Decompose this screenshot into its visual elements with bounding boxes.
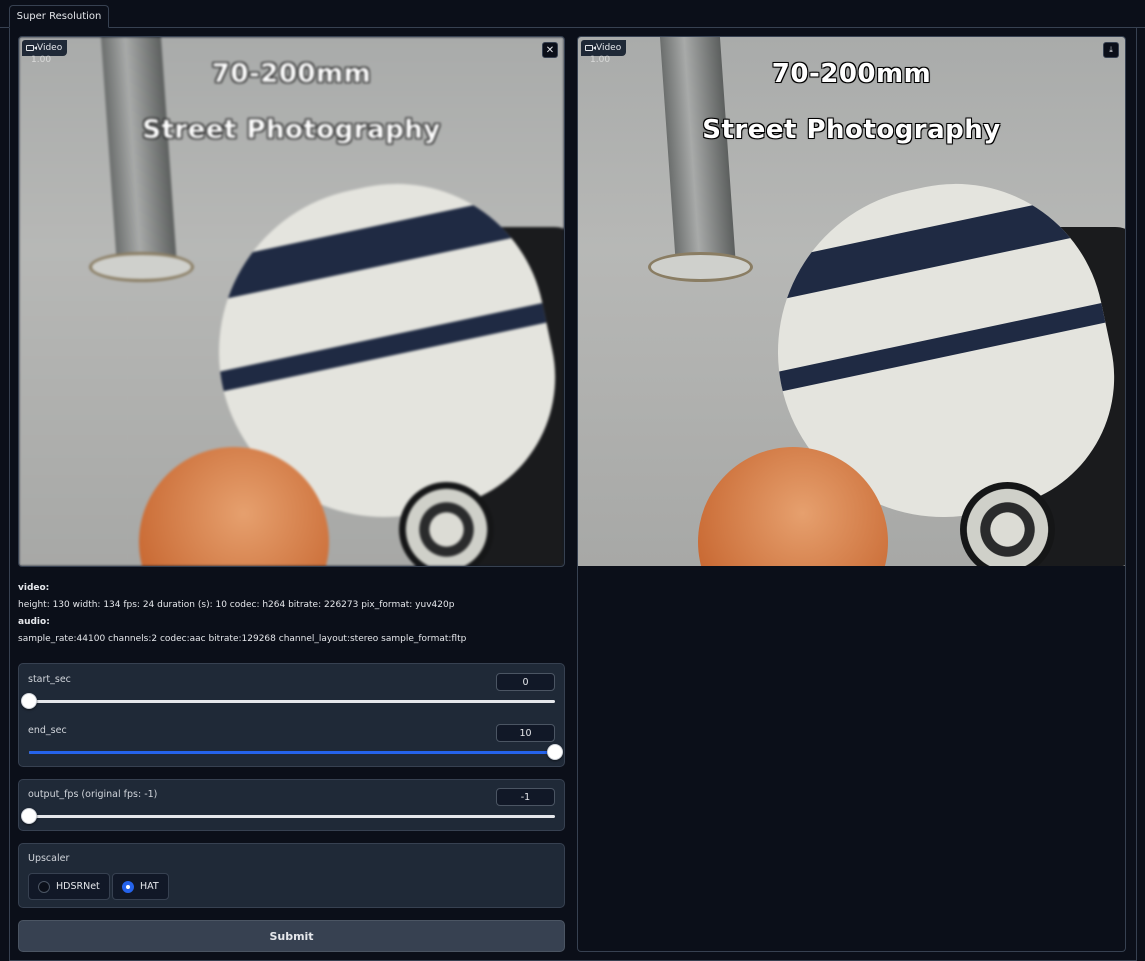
- output-fps-slider-track[interactable]: [21, 808, 555, 824]
- upscaler-label: Upscaler: [28, 853, 70, 864]
- radio-hdsrnet-label: HDSRNet: [56, 881, 100, 892]
- start-sec-slider-thumb[interactable]: [21, 693, 37, 709]
- start-sec-label: start_sec: [28, 674, 71, 685]
- end-sec-label: end_sec: [28, 725, 67, 736]
- output-fps-input[interactable]: -1: [496, 788, 555, 806]
- video-camera-icon: [26, 45, 37, 51]
- output-fps-slider-thumb[interactable]: [21, 808, 37, 824]
- input-video-player[interactable]: 70-200mm Street Photography Video 1.00 ✕: [18, 36, 565, 567]
- video-caption-line2: Street Photography: [702, 115, 1001, 145]
- start-sec-input[interactable]: 0: [496, 673, 555, 691]
- output-video-label-text: Video: [596, 43, 622, 53]
- radio-hdsrnet-dot[interactable]: [38, 880, 50, 893]
- input-video-frame[interactable]: 70-200mm Street Photography: [19, 37, 564, 566]
- upscaler-block: Upscaler HDSRNet HAT: [18, 843, 565, 908]
- output-video-player[interactable]: 70-200mm Street Photography Video 1.00 ⤓: [577, 36, 1126, 567]
- video-info-key: video:: [18, 583, 50, 593]
- clear-video-button[interactable]: ✕: [542, 42, 558, 58]
- input-playback-speed: 1.00: [31, 55, 52, 65]
- input-video-label-text: Video: [37, 43, 63, 53]
- radio-hdsrnet[interactable]: HDSRNet: [28, 873, 110, 900]
- pole-base-shape: [89, 252, 194, 282]
- end-sec-input[interactable]: 10: [496, 724, 555, 742]
- end-sec-slider-thumb[interactable]: [547, 744, 563, 760]
- output-fps-block: output_fps (original fps: -1) -1: [18, 779, 565, 831]
- video-caption-line2: Street Photography: [142, 115, 441, 145]
- download-video-button[interactable]: ⤓: [1103, 42, 1119, 58]
- video-caption-line1: 70-200mm: [771, 59, 932, 89]
- close-icon: ✕: [545, 44, 555, 56]
- radio-hat-dot[interactable]: [122, 880, 134, 893]
- time-range-block: start_sec 0 end_sec 10: [18, 663, 565, 767]
- radio-hat-label: HAT: [140, 881, 159, 892]
- tab-super-resolution[interactable]: Super Resolution: [9, 5, 109, 28]
- end-sec-slider-track[interactable]: [29, 744, 563, 760]
- output-playback-speed: 1.00: [590, 55, 611, 65]
- audio-info-details: sample_rate:44100 channels:2 codec:aac b…: [18, 634, 467, 644]
- radio-hat[interactable]: HAT: [112, 873, 169, 900]
- output-video-frame[interactable]: 70-200mm Street Photography: [578, 37, 1125, 567]
- output-panel: [577, 566, 1126, 952]
- download-icon: ⤓: [1109, 45, 1113, 54]
- submit-button[interactable]: Submit: [18, 920, 565, 952]
- input-video-label: Video: [22, 40, 68, 56]
- output-video-label: Video: [581, 40, 627, 56]
- start-sec-slider-track[interactable]: [21, 693, 555, 709]
- video-info-details: height: 130 width: 134 fps: 24 duration …: [18, 600, 455, 610]
- mode-dial-shape: [960, 482, 1055, 567]
- video-camera-icon: [585, 45, 596, 51]
- output-fps-label: output_fps (original fps: -1): [28, 789, 158, 800]
- media-info: video: height: 130 width: 134 fps: 24 du…: [18, 580, 565, 648]
- pole-base-shape: [648, 252, 753, 282]
- audio-info-key: audio:: [18, 617, 50, 627]
- video-caption-line1: 70-200mm: [211, 59, 372, 89]
- mode-dial-shape: [399, 482, 494, 566]
